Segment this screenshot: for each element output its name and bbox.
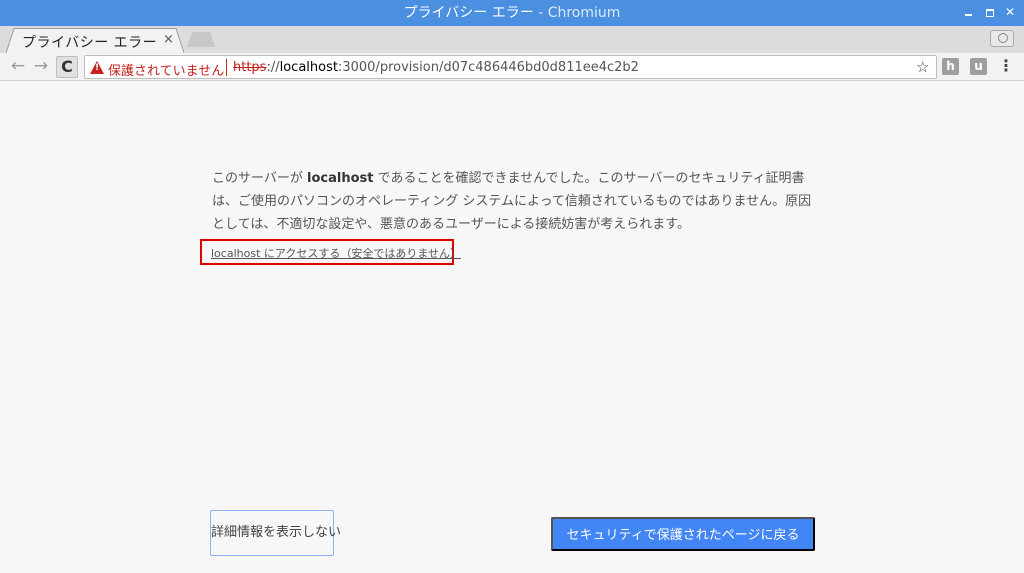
- hide-details-button[interactable]: 詳細情報を表示しない: [210, 510, 341, 556]
- back-to-safety-button[interactable]: セキュリティで保護されたページに戻る: [551, 517, 815, 551]
- profile-icon[interactable]: [990, 30, 1014, 47]
- url-host: localhost: [279, 60, 338, 75]
- window-app-name: - Chromium: [538, 5, 621, 21]
- page-content: このサーバーが localhost であることを確認できませんでした。このサーバ…: [0, 82, 1024, 573]
- error-explanation: このサーバーが localhost であることを確認できませんでした。このサーバ…: [212, 167, 812, 236]
- more-vert-icon[interactable]: ⋮: [998, 57, 1014, 75]
- proceed-unsafe-link[interactable]: localhost にアクセスする（安全ではありません）: [211, 245, 461, 261]
- maximize-button[interactable]: [982, 4, 998, 20]
- window-title: プライバシー エラー - Chromium: [0, 5, 1024, 21]
- tab-outline: [6, 28, 184, 53]
- tab-strip: プライバシー エラー ×: [0, 26, 1024, 53]
- extension-h-icon[interactable]: h: [942, 58, 959, 75]
- back-arrow-icon[interactable]: ←: [8, 56, 28, 76]
- error-host: localhost: [307, 171, 374, 186]
- error-text-before: このサーバーが: [212, 171, 303, 186]
- window-close-button[interactable]: ✕: [1002, 4, 1018, 20]
- url-scheme: https: [233, 60, 267, 75]
- minimize-button[interactable]: [961, 4, 977, 20]
- url-path: :3000/provision/d07c486446bd0d811ee4c2b2: [337, 60, 639, 75]
- reload-icon[interactable]: C: [56, 56, 78, 78]
- forward-arrow-icon[interactable]: →: [31, 56, 51, 76]
- star-icon[interactable]: ☆: [916, 58, 929, 76]
- security-divider: [226, 59, 227, 76]
- warning-triangle-icon[interactable]: [90, 61, 104, 74]
- window-title-text: プライバシー エラー: [403, 5, 534, 21]
- address-bar[interactable]: 保護されていません https://localhost:3000/provisi…: [84, 55, 937, 79]
- new-tab-button[interactable]: [187, 32, 215, 47]
- window-titlebar: プライバシー エラー - Chromium ✕: [0, 0, 1024, 26]
- security-status-label[interactable]: 保護されていません: [108, 60, 224, 79]
- browser-toolbar: ← → C 保護されていません https://localhost:3000/p…: [0, 53, 1024, 81]
- url-text[interactable]: https://localhost:3000/provision/d07c486…: [233, 60, 639, 75]
- extension-u-icon[interactable]: u: [970, 58, 987, 75]
- url-separator: ://: [266, 60, 280, 75]
